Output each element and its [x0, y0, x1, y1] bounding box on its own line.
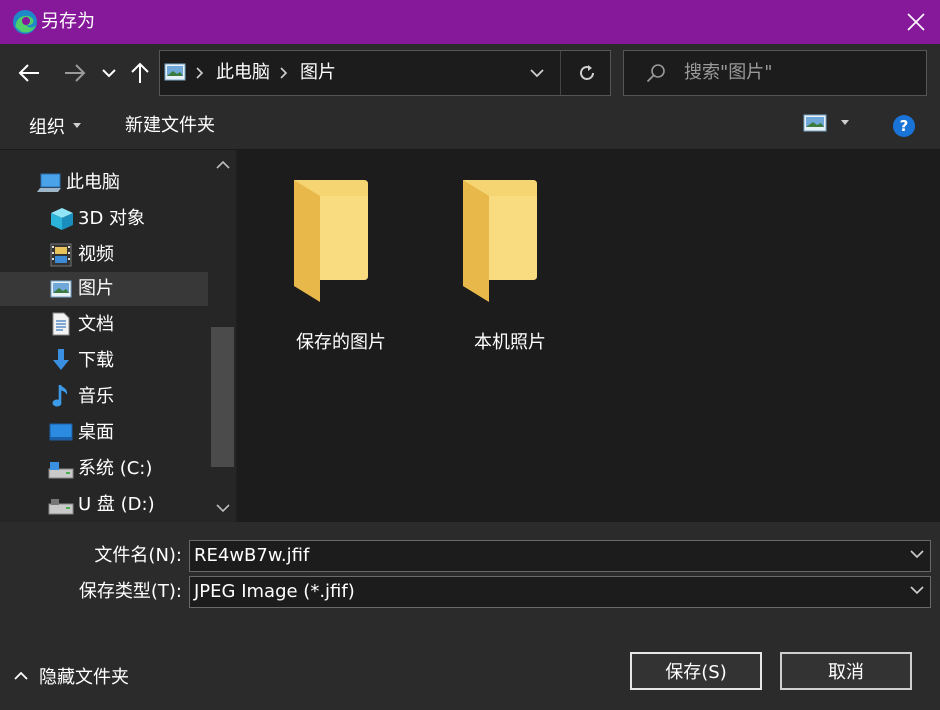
- breadcrumb-separator-icon: [280, 67, 288, 79]
- sidebar-item-label: 音乐: [78, 386, 114, 407]
- desktop-icon: [49, 423, 73, 441]
- filename-label: 文件名(N):: [94, 545, 182, 566]
- chevron-down-icon[interactable]: [910, 585, 924, 595]
- download-icon: [53, 349, 69, 370]
- organize-menu[interactable]: 组织: [29, 113, 81, 139]
- cube-icon: [51, 208, 73, 230]
- sidebar-item-3d-objects[interactable]: 3D 对象: [0, 202, 208, 236]
- sidebar-item-label: 系统 (C:): [78, 458, 153, 479]
- sidebar-item-this-pc[interactable]: 此电脑: [0, 166, 208, 200]
- scrollbar-thumb[interactable]: [211, 327, 234, 467]
- back-button[interactable]: [14, 58, 44, 88]
- sidebar-item-music[interactable]: 音乐: [0, 380, 208, 414]
- folder-icon: [294, 180, 368, 302]
- sidebar-item-pictures[interactable]: 图片: [0, 272, 208, 306]
- close-icon: [907, 13, 925, 31]
- folder-item[interactable]: 本机照片: [435, 174, 585, 353]
- save-button[interactable]: 保存(S): [630, 652, 762, 690]
- chevron-down-icon: [102, 69, 116, 78]
- sidebar-item-videos[interactable]: 视频: [0, 238, 208, 272]
- view-icon: [803, 114, 827, 132]
- chevron-up-icon: [14, 671, 28, 680]
- sidebar-item-label: 下载: [78, 350, 114, 371]
- sidebar-item-downloads[interactable]: 下载: [0, 344, 208, 378]
- file-type-label: 保存类型(T):: [78, 581, 182, 602]
- search-placeholder: 搜索"图片": [684, 62, 773, 83]
- window-title: 另存为: [41, 11, 95, 32]
- drive-icon: [48, 462, 74, 479]
- cancel-button[interactable]: 取消: [780, 652, 912, 690]
- search-box[interactable]: 搜索"图片": [623, 50, 927, 96]
- filename-field[interactable]: RE4wB7w.jfif: [189, 540, 931, 572]
- view-options-button[interactable]: [803, 114, 849, 132]
- filename-value: RE4wB7w.jfif: [194, 545, 310, 566]
- navigation-pane: 此电脑 3D 对象 视频 图片 文档 下载 音乐 桌面 系统 (C:) U 盘 …: [0, 150, 236, 522]
- breadcrumb-this-pc[interactable]: 此电脑: [216, 60, 270, 86]
- address-divider: [560, 51, 561, 95]
- document-icon: [52, 312, 70, 336]
- folder-label: 本机照片: [474, 332, 546, 353]
- help-icon[interactable]: ?: [892, 114, 916, 138]
- edge-icon: [13, 10, 37, 34]
- sidebar-item-usb-d[interactable]: U 盘 (D:): [0, 488, 208, 522]
- sidebar-item-label: U 盘 (D:): [78, 494, 155, 515]
- film-icon: [50, 243, 72, 267]
- title-bar: 另存为: [0, 0, 940, 44]
- sidebar-item-label: 图片: [78, 278, 114, 299]
- music-icon: [52, 385, 68, 407]
- address-dropdown-icon[interactable]: [530, 68, 544, 78]
- breadcrumb-separator-icon: [196, 67, 204, 79]
- folder-label: 保存的图片: [296, 332, 386, 353]
- picture-icon: [164, 63, 186, 81]
- back-arrow-icon: [18, 64, 39, 82]
- up-button[interactable]: [125, 58, 155, 88]
- search-icon: [646, 64, 665, 83]
- sidebar-item-label: 桌面: [78, 422, 114, 443]
- scroll-up-icon[interactable]: [216, 160, 230, 170]
- file-type-select[interactable]: JPEG Image (*.jfif): [189, 576, 931, 608]
- usb-drive-icon: [48, 499, 74, 515]
- sidebar-item-system-c[interactable]: 系统 (C:): [0, 452, 208, 486]
- hide-folders-label: 隐藏文件夹: [39, 667, 129, 688]
- caret-down-icon: [73, 123, 81, 128]
- organize-label: 组织: [29, 117, 65, 138]
- forward-arrow-icon: [65, 64, 86, 82]
- computer-icon: [37, 173, 61, 192]
- forward-button[interactable]: [60, 58, 90, 88]
- sidebar-item-documents[interactable]: 文档: [0, 308, 208, 342]
- new-folder-button[interactable]: 新建文件夹: [125, 113, 215, 139]
- sidebar-item-label: 视频: [78, 244, 114, 265]
- chevron-down-icon[interactable]: [910, 549, 924, 559]
- file-type-value: JPEG Image (*.jfif): [194, 581, 355, 602]
- close-button[interactable]: [892, 0, 940, 44]
- hide-folders-toggle[interactable]: 隐藏文件夹: [14, 663, 129, 689]
- caret-down-icon: [841, 120, 849, 125]
- sidebar-item-label: 文档: [78, 314, 114, 335]
- folder-item[interactable]: 保存的图片: [266, 174, 416, 353]
- refresh-icon[interactable]: [578, 64, 596, 82]
- sidebar-item-desktop[interactable]: 桌面: [0, 416, 208, 450]
- sidebar-item-label: 3D 对象: [78, 208, 146, 229]
- svg-text:?: ?: [900, 117, 909, 135]
- recent-locations-button[interactable]: [95, 58, 123, 88]
- picture-icon: [50, 280, 72, 298]
- sidebar-item-label: 此电脑: [66, 172, 120, 193]
- up-arrow-icon: [131, 62, 149, 83]
- breadcrumb-pictures[interactable]: 图片: [300, 60, 336, 86]
- address-bar[interactable]: 此电脑 图片: [159, 50, 611, 96]
- folder-icon: [463, 180, 537, 302]
- scroll-down-icon[interactable]: [216, 503, 230, 513]
